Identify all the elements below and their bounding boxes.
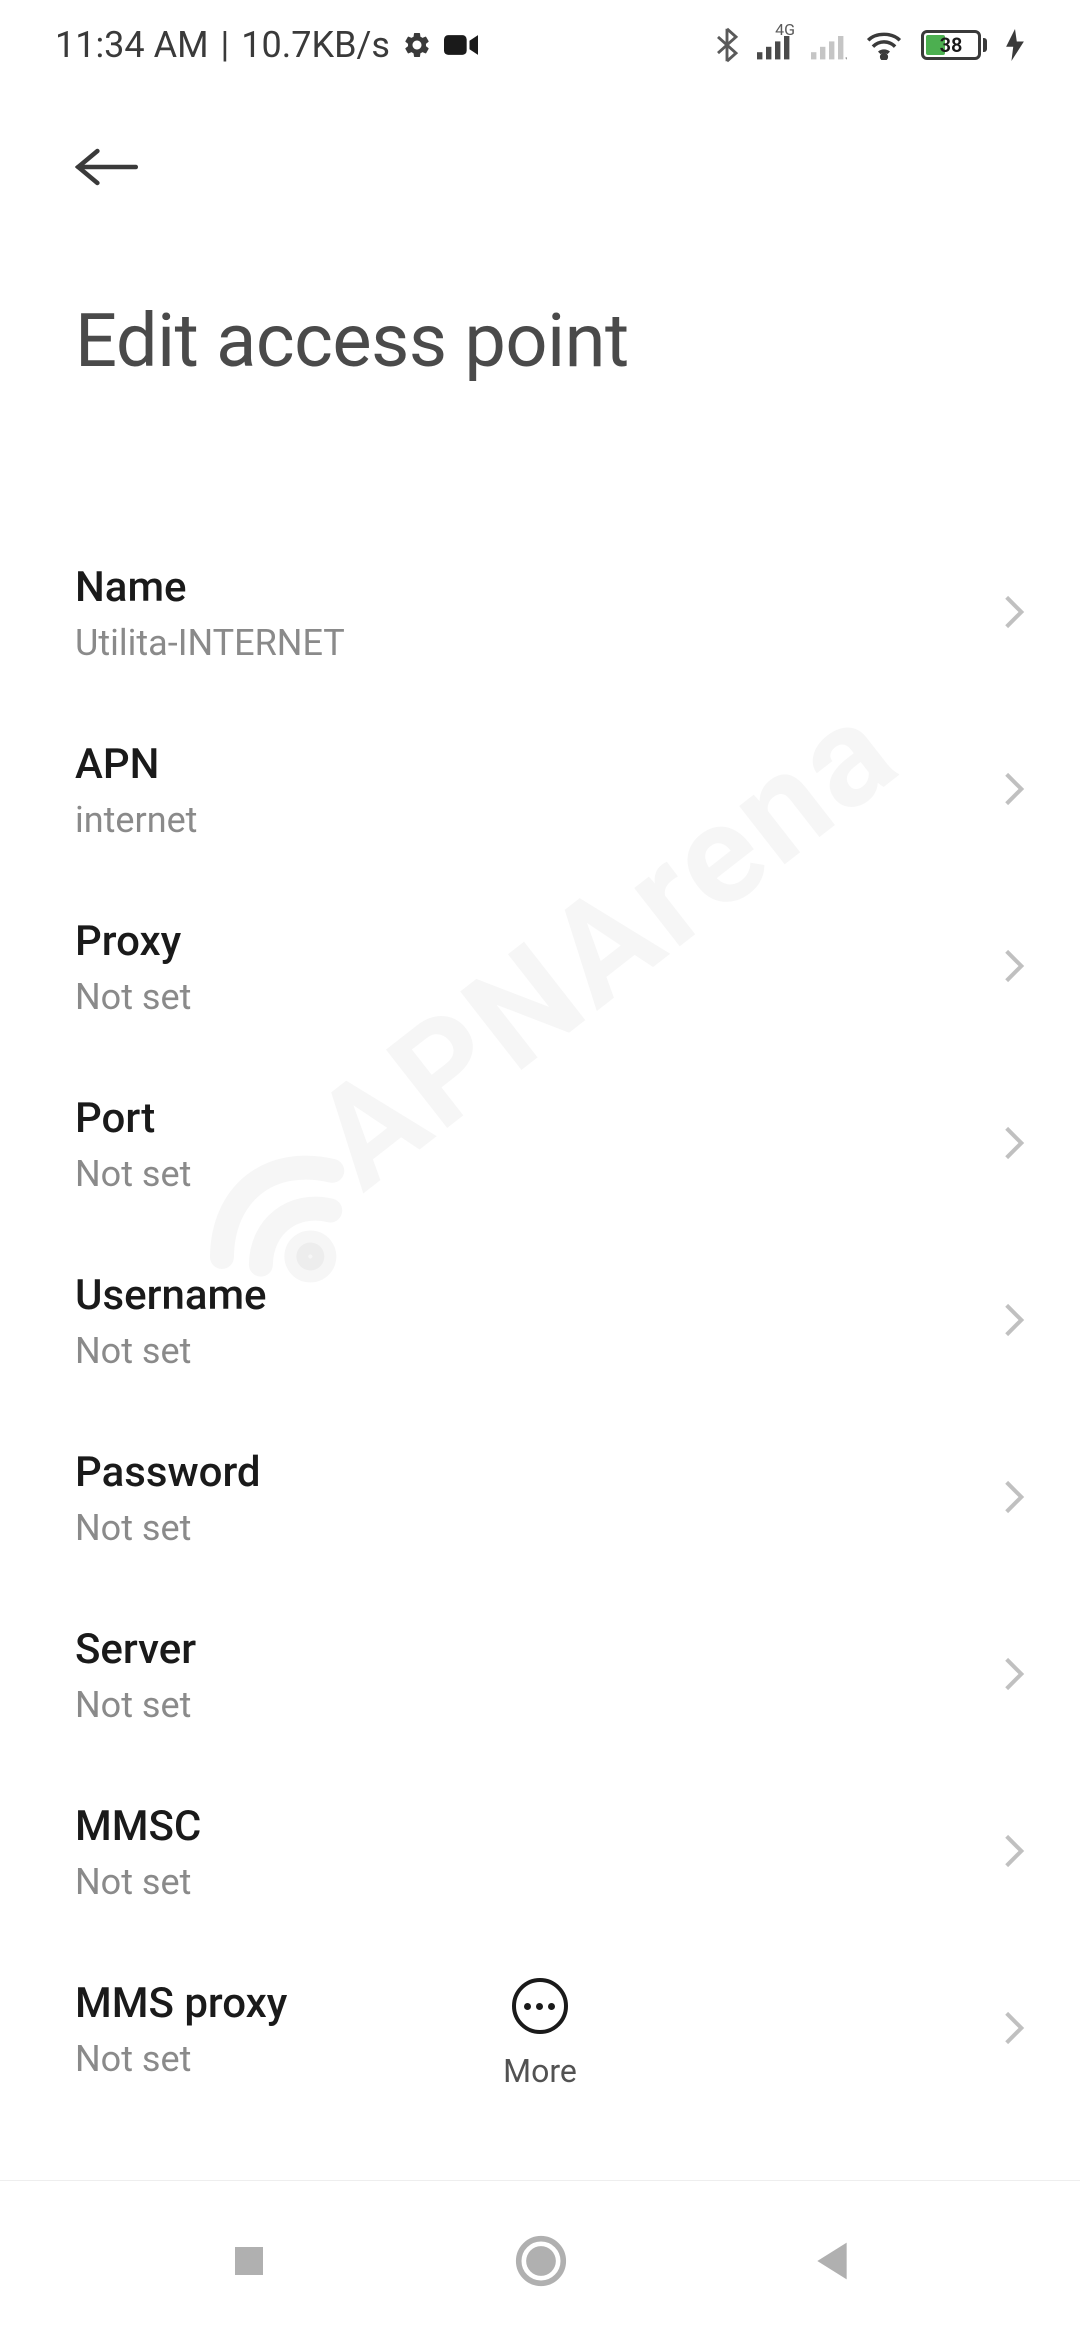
status-speed: 10.7KB/s xyxy=(241,24,390,66)
setting-value: Not set xyxy=(75,1507,1003,1549)
setting-value: Not set xyxy=(75,976,1003,1018)
nav-home-button[interactable] xyxy=(515,2235,567,2287)
chevron-right-icon xyxy=(1003,1124,1025,1166)
chevron-right-icon xyxy=(1003,770,1025,812)
setting-label: Proxy xyxy=(75,917,1003,966)
status-bar: 11:34 AM | 10.7KB/s 4G ✕ 38 xyxy=(0,0,1080,90)
setting-label: Server xyxy=(75,1625,1003,1674)
nav-back-button[interactable] xyxy=(812,2239,852,2283)
arrow-left-icon xyxy=(75,145,139,189)
setting-apn[interactable]: APN internet xyxy=(75,702,1025,879)
bottom-action-bar: More xyxy=(0,1978,1080,2090)
square-icon xyxy=(228,2240,270,2282)
setting-username[interactable]: Username Not set xyxy=(75,1233,1025,1410)
header: Edit access point xyxy=(0,90,1080,425)
status-right: 4G ✕ 38 xyxy=(715,27,1025,63)
nav-recent-button[interactable] xyxy=(228,2240,270,2282)
back-button[interactable] xyxy=(75,145,139,189)
chevron-right-icon xyxy=(1003,1832,1025,1874)
status-separator: | xyxy=(221,24,230,66)
triangle-left-icon xyxy=(812,2239,852,2283)
videocam-icon xyxy=(444,31,478,59)
bluetooth-icon xyxy=(715,27,739,63)
more-label: More xyxy=(503,2052,577,2090)
setting-password[interactable]: Password Not set xyxy=(75,1410,1025,1587)
setting-value: Utilita-INTERNET xyxy=(75,622,1003,664)
setting-server[interactable]: Server Not set xyxy=(75,1587,1025,1764)
wifi-icon xyxy=(865,30,903,60)
setting-mmsc[interactable]: MMSC Not set xyxy=(75,1764,1025,1941)
status-left: 11:34 AM | 10.7KB/s xyxy=(55,24,478,66)
more-icon xyxy=(512,1978,568,2034)
chevron-right-icon xyxy=(1003,1301,1025,1343)
setting-label: Name xyxy=(75,563,1003,612)
setting-name[interactable]: Name Utilita-INTERNET xyxy=(75,525,1025,702)
setting-value: Not set xyxy=(75,1153,1003,1195)
chevron-right-icon xyxy=(1003,1478,1025,1520)
settings-list: Name Utilita-INTERNET APN internet Proxy… xyxy=(0,525,1080,2118)
signal-nosim-icon: ✕ xyxy=(811,30,847,60)
more-button[interactable]: More xyxy=(503,1978,577,2090)
setting-value: internet xyxy=(75,799,1003,841)
gear-icon xyxy=(402,30,432,60)
status-time: 11:34 AM xyxy=(55,24,209,66)
setting-label: Port xyxy=(75,1094,1003,1143)
setting-label: APN xyxy=(75,740,1003,789)
system-nav-bar xyxy=(0,2180,1080,2340)
setting-label: MMSC xyxy=(75,1802,1003,1851)
setting-label: Username xyxy=(75,1271,1003,1320)
setting-port[interactable]: Port Not set xyxy=(75,1056,1025,1233)
setting-label: Password xyxy=(75,1448,1003,1497)
setting-value: Not set xyxy=(75,1861,1003,1903)
battery-icon: 38 xyxy=(921,30,987,60)
chevron-right-icon xyxy=(1003,1655,1025,1697)
page-title: Edit access point xyxy=(75,298,1025,385)
circle-icon xyxy=(515,2235,567,2287)
chevron-right-icon xyxy=(1003,593,1025,635)
svg-text:✕: ✕ xyxy=(843,54,847,60)
setting-value: Not set xyxy=(75,1684,1003,1726)
setting-proxy[interactable]: Proxy Not set xyxy=(75,879,1025,1056)
signal-4g-icon: 4G xyxy=(757,30,793,60)
setting-value: Not set xyxy=(75,1330,1003,1372)
charging-icon xyxy=(1005,29,1025,61)
chevron-right-icon xyxy=(1003,947,1025,989)
